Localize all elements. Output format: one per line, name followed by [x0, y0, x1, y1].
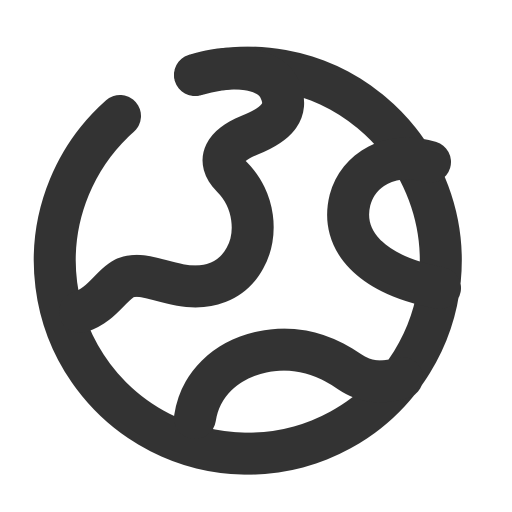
icon-canvas: [0, 0, 512, 512]
earth-globe-icon: [0, 0, 512, 512]
globe-svg: [33, 46, 462, 475]
